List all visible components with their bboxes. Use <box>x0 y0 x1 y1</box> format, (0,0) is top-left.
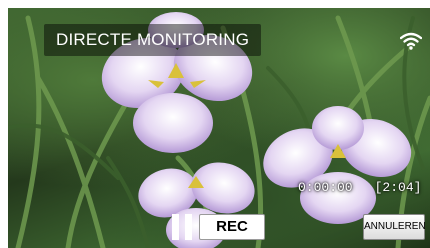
pause-bar-left <box>172 214 179 240</box>
elapsed-time: 0:00:00 <box>298 180 353 195</box>
recording-timecodes: 0:00:00 [2:04] <box>298 180 421 195</box>
wifi-icon <box>400 32 422 50</box>
rec-button[interactable]: REC <box>199 214 265 240</box>
pause-bar-right <box>185 214 192 240</box>
screen-title: DIRECTE MONITORING <box>44 24 262 56</box>
live-monitoring-screen: DIRECTE MONITORING 0:00:00 [2:04] REC AN… <box>0 0 430 248</box>
remaining-time: [2:04] <box>374 180 422 195</box>
pause-icon[interactable] <box>172 214 192 240</box>
cancel-button[interactable]: ANNULEREN <box>363 214 426 240</box>
camera-viewfinder: DIRECTE MONITORING <box>8 8 430 248</box>
